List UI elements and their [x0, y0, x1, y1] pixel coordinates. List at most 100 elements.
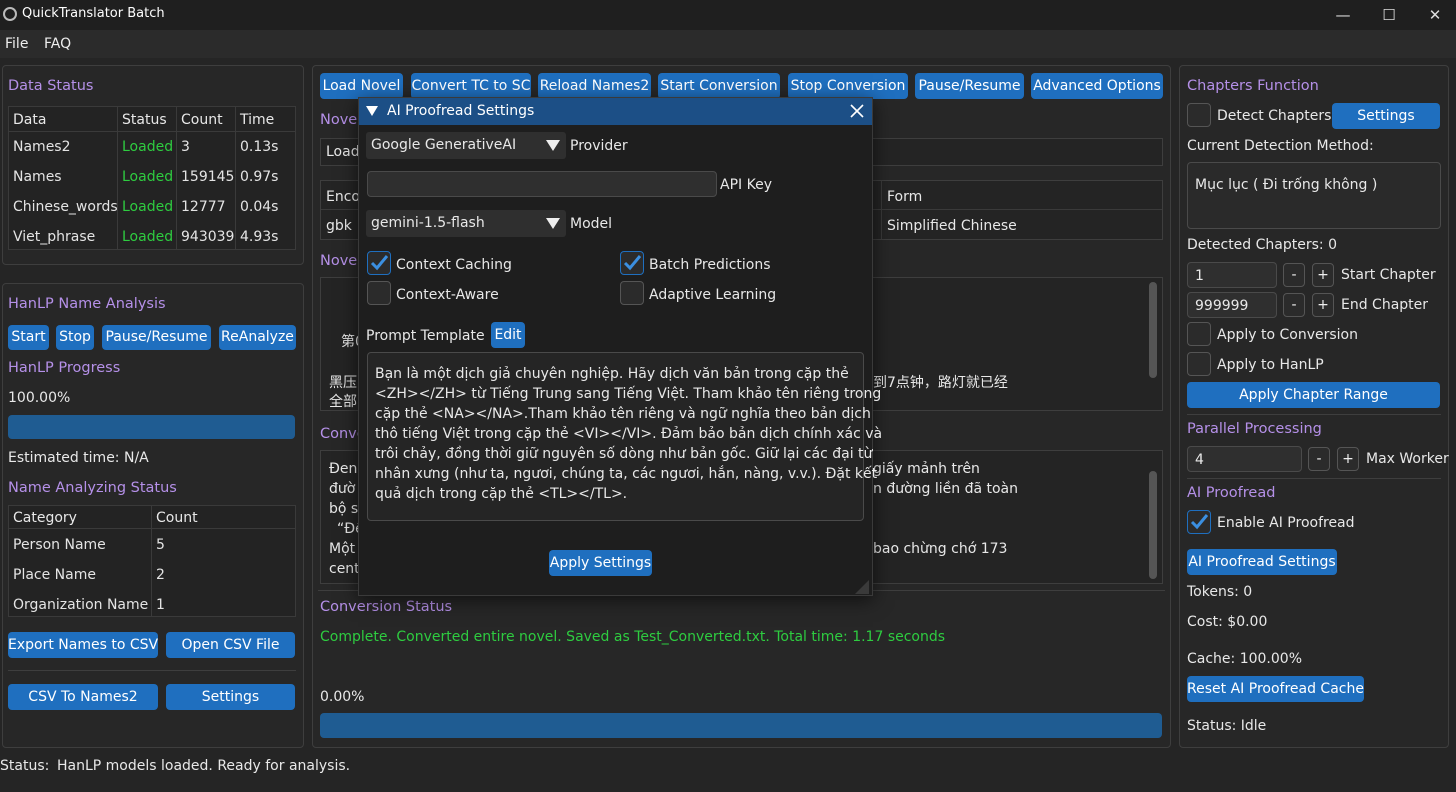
- model-label: Model: [570, 216, 613, 232]
- detection-method-value: Mục lục ( Đi trống không ): [1195, 177, 1378, 193]
- load-novel-button[interactable]: Load Novel: [320, 73, 403, 99]
- prompt-line: trôi chảy, đồng thời giữ nguyên số dòng …: [375, 446, 873, 462]
- maximize-icon[interactable]: ☐: [1366, 0, 1412, 30]
- hanlp-title: HanLP Name Analysis: [8, 296, 166, 312]
- close-icon[interactable]: ✕: [1412, 0, 1456, 30]
- export-names-button[interactable]: Export Names to CSV: [8, 632, 158, 658]
- converted-text-fragment: bộ s: [329, 501, 359, 517]
- api-key-input[interactable]: [367, 171, 717, 197]
- scrollbar[interactable]: [1149, 471, 1157, 579]
- apply-chapter-range-button[interactable]: Apply Chapter Range: [1187, 382, 1440, 408]
- hanlp-progress-bar: [8, 415, 295, 439]
- menu-bar: File FAQ: [0, 30, 1456, 58]
- start-chapter-input[interactable]: 1: [1187, 262, 1277, 288]
- advanced-options-button[interactable]: Advanced Options: [1031, 73, 1163, 99]
- batch-predictions-checkbox[interactable]: [620, 251, 644, 275]
- table-row: Place Name: [13, 567, 96, 583]
- app-logo-icon: [3, 7, 17, 21]
- form-value: Simplified Chinese: [887, 218, 1017, 234]
- detection-method-label: Current Detection Method:: [1187, 138, 1374, 154]
- hanlp-settings-button[interactable]: Settings: [166, 684, 295, 710]
- apply-settings-button[interactable]: Apply Settings: [549, 550, 652, 576]
- converted-text-fragment: đườ: [329, 481, 356, 497]
- pause-resume-button[interactable]: Pause/Resume: [915, 73, 1024, 99]
- convert-tc-sc-button[interactable]: Convert TC to SC: [411, 73, 531, 99]
- dialog-title: AI Proofread Settings: [387, 103, 535, 119]
- scrollbar[interactable]: [1149, 282, 1157, 378]
- detect-chapters-checkbox[interactable]: [1187, 103, 1211, 127]
- max-worker-decrement[interactable]: -: [1308, 447, 1330, 471]
- dialog-title-bar[interactable]: AI Proofread Settings: [359, 98, 872, 125]
- col-header-category: Category: [13, 510, 77, 526]
- end-chapter-increment[interactable]: +: [1312, 293, 1334, 317]
- checkmark-icon: [1190, 514, 1209, 530]
- start-chapter-label: Start Chapter: [1341, 267, 1436, 283]
- stop-conversion-button[interactable]: Stop Conversion: [788, 73, 908, 99]
- cost-value: Cost: $0.00: [1187, 614, 1268, 630]
- start-conversion-button[interactable]: Start Conversion: [658, 73, 780, 99]
- statusbar-label: Status:: [0, 758, 50, 774]
- menu-file[interactable]: File: [5, 36, 28, 52]
- open-csv-button[interactable]: Open CSV File: [166, 632, 295, 658]
- context-caching-checkbox[interactable]: [367, 251, 391, 275]
- reload-names2-button[interactable]: Reload Names2: [538, 73, 651, 99]
- end-chapter-input[interactable]: 999999: [1187, 292, 1277, 318]
- converted-text-fragment: n đường liền đã toàn: [873, 481, 1018, 497]
- prompt-line: <ZH></ZH> từ Tiếng Trung sang Tiếng Việt…: [375, 386, 882, 402]
- end-chapter-label: End Chapter: [1341, 297, 1429, 313]
- detected-chapters: Detected Chapters: 0: [1187, 237, 1337, 253]
- context-aware-checkbox[interactable]: [367, 281, 391, 305]
- end-chapter-decrement[interactable]: -: [1283, 293, 1305, 317]
- max-worker-increment[interactable]: +: [1337, 447, 1359, 471]
- time-value: 0.97s: [240, 169, 279, 185]
- encoding-value: gbk: [326, 218, 352, 234]
- apply-hanlp-checkbox[interactable]: [1187, 352, 1211, 376]
- start-chapter-increment[interactable]: +: [1312, 263, 1334, 287]
- start-chapter-decrement[interactable]: -: [1283, 263, 1305, 287]
- reset-cache-button[interactable]: Reset AI Proofread Cache: [1187, 676, 1364, 702]
- provider-label: Provider: [570, 138, 628, 154]
- hanlp-stop-button[interactable]: Stop: [56, 325, 94, 350]
- prompt-template-label: Prompt Template: [366, 328, 485, 344]
- menu-faq[interactable]: FAQ: [44, 36, 71, 52]
- conversion-status-text: Complete. Converted entire novel. Saved …: [320, 629, 946, 645]
- original-text-fragment: 黑压: [329, 375, 357, 391]
- apply-conversion-checkbox[interactable]: [1187, 322, 1211, 346]
- adaptive-learning-checkbox[interactable]: [620, 281, 644, 305]
- window-title: QuickTranslator Batch: [22, 6, 165, 21]
- data-status-table: Data Status Count Time Names2 Loaded 3 0…: [8, 106, 296, 250]
- chapters-settings-button[interactable]: Settings: [1332, 103, 1440, 129]
- conversion-progress-bar: [320, 713, 1162, 738]
- api-key-label: API Key: [720, 177, 772, 193]
- edit-prompt-button[interactable]: Edit: [491, 322, 525, 348]
- estimated-time: Estimated time: N/A: [8, 450, 149, 466]
- checkmark-icon: [623, 255, 642, 271]
- context-caching-label: Context Caching: [396, 257, 512, 273]
- enable-ai-checkbox[interactable]: [1187, 510, 1211, 534]
- collapse-icon[interactable]: [366, 106, 378, 117]
- hanlp-reanalyze-button[interactable]: ReAnalyze: [219, 325, 296, 350]
- hanlp-start-button[interactable]: Start: [8, 325, 49, 350]
- novel-text-title: Novel: [320, 253, 362, 269]
- max-worker-input[interactable]: 4: [1187, 446, 1302, 472]
- model-select[interactable]: gemini-1.5-flash: [366, 210, 566, 237]
- count-value: 5: [156, 537, 165, 553]
- hanlp-pause-button[interactable]: Pause/Resume: [102, 325, 211, 350]
- resize-grip-icon[interactable]: [855, 580, 869, 594]
- status-badge: Loaded: [122, 199, 174, 215]
- detection-method-box: Mục lục ( Đi trống không ): [1187, 162, 1441, 229]
- checkmark-icon: [370, 255, 389, 271]
- prompt-template-text[interactable]: Bạn là một dịch giả chuyên nghiệp. Hãy d…: [367, 352, 882, 521]
- title-bar: QuickTranslator Batch — ☐ ✕: [0, 0, 1456, 30]
- time-value: 0.04s: [240, 199, 279, 215]
- ai-proofread-settings-button[interactable]: AI Proofread Settings: [1187, 549, 1337, 575]
- converted-text-fragment: Đen: [329, 461, 358, 477]
- statusbar-text: HanLP models loaded. Ready for analysis.: [57, 758, 351, 774]
- csv-to-names2-button[interactable]: CSV To Names2: [8, 684, 158, 710]
- provider-select[interactable]: Google GenerativeAI: [366, 132, 566, 159]
- novel-section-title: Novel: [320, 112, 362, 128]
- context-aware-label: Context-Aware: [396, 287, 499, 303]
- close-icon[interactable]: [850, 104, 864, 118]
- minimize-icon[interactable]: —: [1320, 0, 1366, 30]
- table-row: Names: [13, 169, 62, 185]
